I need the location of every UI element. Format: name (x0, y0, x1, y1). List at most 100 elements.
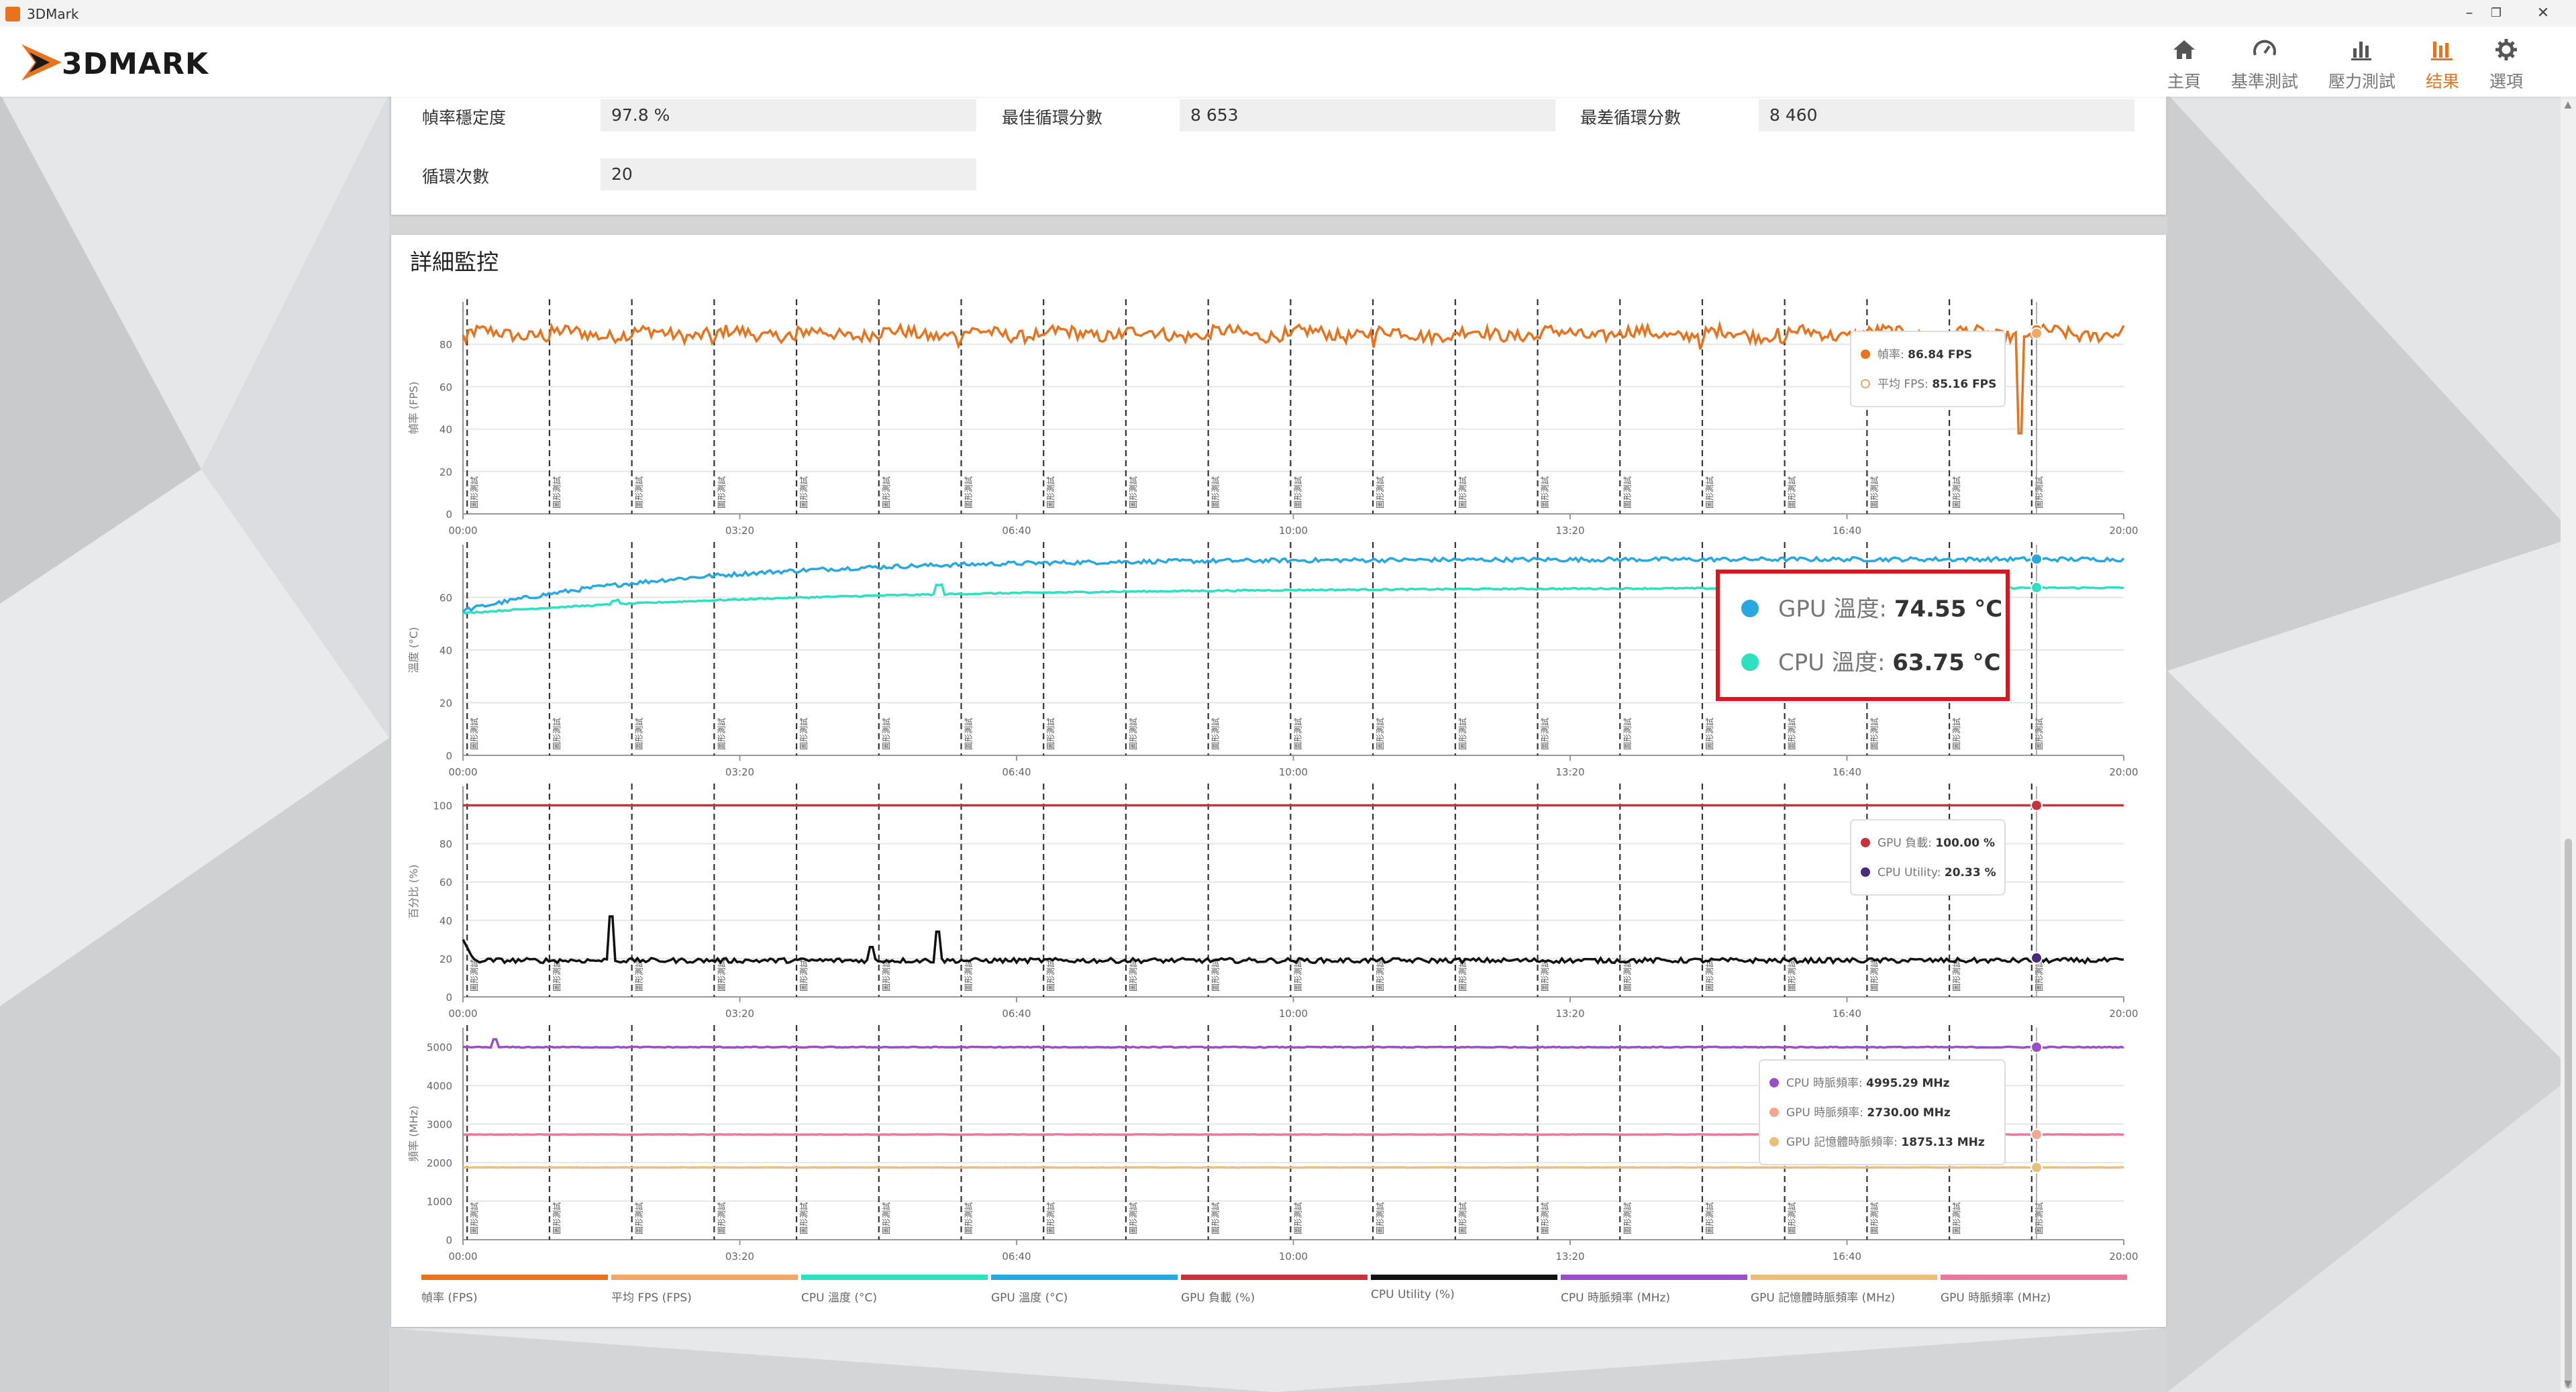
loop-marker-label: 圖形測試 (1210, 1202, 1221, 1234)
x-tick-label: 10:00 (1279, 766, 1308, 778)
loop-marker-label: 圖形測試 (2034, 476, 2044, 508)
tooltip-separator: : (1894, 1136, 1901, 1149)
x-tick-label: 10:00 (1279, 1250, 1308, 1263)
tooltip-swatch (1861, 838, 1870, 847)
hover-point (2030, 799, 2043, 812)
x-tick-label: 03:20 (725, 525, 754, 537)
close-button[interactable]: ✕ (2530, 3, 2557, 24)
tooltip-1: 幀率: 86.84 FPS 平均 FPS: 85.16 FPS (1850, 331, 2006, 407)
loop-marker-label: 圖形測試 (1951, 718, 1961, 750)
tooltip-label: 幀率 (1877, 348, 1900, 362)
hover-point (2030, 1161, 2043, 1174)
loop-marker-label: 圖形測試 (552, 476, 562, 508)
y-tick-label: 40 (440, 645, 452, 657)
tooltip-row: CPU Utility: 20.33 % (1877, 866, 1996, 879)
x-tick-label: 16:40 (1833, 1008, 1861, 1020)
loop-marker-label: 圖形測試 (964, 959, 974, 992)
chart-3: 0 20 40 60 80 100 百分比 (%) 00:00 03:20 06:40 10:00 1… (407, 784, 2139, 1020)
tooltip-row: CPU 時脈頻率: 4995.29 MHz (1786, 1077, 1950, 1090)
tooltip-row: GPU 負載: 100.00 % (1877, 837, 1995, 850)
loop-marker-label: 圖形測試 (1704, 718, 1714, 750)
y-tick-label: 60 (440, 877, 452, 889)
loop-marker-label: 圖形測試 (1292, 1202, 1302, 1234)
gear-icon (2495, 39, 2517, 60)
x-tick-label: 13:20 (1555, 766, 1584, 778)
logo-icon (21, 44, 62, 81)
x-tick-label: 03:20 (725, 1250, 754, 1263)
hover-point (2030, 327, 2043, 339)
loop-marker-label: 圖形測試 (1951, 959, 1961, 992)
tooltip-row: 平均 FPS: 85.16 FPS (1877, 378, 1996, 391)
monitoring-charts: 0 20 40 60 80 幀率 (FPS) 00:00 03:20 06:40 10:00 13:… (407, 299, 2139, 1263)
tooltip-swatch (1769, 1137, 1779, 1146)
window-title: 3DMark (27, 6, 79, 22)
y-tick-label: 20 (440, 698, 452, 710)
x-tick-label: 10:00 (1279, 1008, 1308, 1020)
scrollbar-thumb[interactable] (2565, 839, 2572, 1389)
legend-item-gpu-mem-clock[interactable]: GPU 記憶體時脈頻率 (MHz) (1751, 1275, 1937, 1305)
legend-item-gpu-temp[interactable]: GPU 溫度 (°C) (991, 1275, 1178, 1305)
loop-marker-label: 圖形測試 (1622, 1202, 1632, 1234)
tooltip-3: GPU 負載: 100.00 % CPU Utility: 20.33 % (1850, 819, 2006, 896)
legend-item-fps[interactable]: 幀率 (FPS) (421, 1275, 608, 1305)
y-tick-label: 20 (440, 953, 452, 965)
loop-marker-label: 圖形測試 (1787, 476, 1797, 508)
x-tick-label: 06:40 (1002, 766, 1031, 778)
legend-item-cpu-utility[interactable]: CPU Utility (%) (1371, 1275, 1557, 1301)
tooltip-label: CPU Utility (1877, 866, 1938, 879)
loop-marker-label: 圖形測試 (1540, 718, 1550, 750)
legend-item-cpu-temp[interactable]: CPU 溫度 (°C) (801, 1275, 988, 1305)
loop-marker-label: 圖形測試 (1375, 718, 1385, 750)
tooltip-separator: : (1879, 596, 1894, 623)
loop-marker-label: 圖形測試 (1210, 718, 1221, 750)
loop-marker-label: 圖形測試 (798, 476, 809, 508)
loop-marker-label: 圖形測試 (716, 1202, 726, 1234)
legend-label: GPU 時脈頻率 (MHz) (1941, 1291, 2051, 1305)
tooltip-label: GPU 溫度 (1778, 596, 1879, 623)
tooltip-swatch (1861, 350, 1870, 359)
loop-marker-label: 圖形測試 (1045, 718, 1055, 750)
legend-item-gpu-load[interactable]: GPU 負載 (%) (1181, 1275, 1368, 1305)
restore-button[interactable]: ❐ (2483, 3, 2510, 24)
loop-marker-label: 圖形測試 (798, 959, 809, 992)
y-axis-label: 溫度 (°C) (407, 627, 420, 674)
minimize-button[interactable]: – (2456, 3, 2483, 24)
loop-marker-label: 圖形測試 (716, 959, 726, 992)
loop-marker-label: 圖形測試 (964, 718, 974, 750)
loop-marker-label: 圖形測試 (2034, 718, 2044, 750)
loop-marker-label: 圖形測試 (552, 718, 562, 750)
tooltip-separator: : (1924, 378, 1932, 391)
x-tick-label: 06:40 (1002, 1250, 1031, 1263)
loop-marker-label: 圖形測試 (1704, 1202, 1714, 1234)
loop-marker-label: 圖形測試 (1622, 718, 1632, 750)
legend-swatch (1371, 1275, 1557, 1280)
loop-marker-label: 圖形測試 (1375, 959, 1385, 992)
tooltip-label: GPU 時脈頻率 (1786, 1106, 1859, 1120)
loop-marker-label: 圖形測試 (1210, 959, 1221, 992)
scroll-down-arrow[interactable]: ▼ (2562, 1379, 2574, 1391)
loop-marker-label: 圖形測試 (964, 476, 974, 508)
tooltip-row: GPU 時脈頻率: 2730.00 MHz (1786, 1106, 1951, 1120)
loop-marker-label: 圖形測試 (1128, 959, 1138, 992)
loop-marker-label: 圖形測試 (1540, 476, 1550, 508)
tooltip-label: 平均 FPS (1877, 378, 1924, 391)
nav-benchmarks[interactable]: 基準測試 (2214, 27, 2315, 97)
tooltip-swatch (1861, 379, 1870, 388)
scroll-up-arrow[interactable]: ▲ (2562, 99, 2574, 111)
hover-point (2030, 581, 2043, 594)
legend-item-avg-fps[interactable]: 平均 FPS (FPS) (611, 1275, 798, 1305)
loop-marker-label: 圖形測試 (881, 1202, 891, 1234)
loop-marker-label: 圖形測試 (1622, 476, 1632, 508)
nav-options[interactable]: 選項 (2456, 27, 2557, 97)
legend-item-cpu-clock[interactable]: CPU 時脈頻率 (MHz) (1561, 1275, 1747, 1305)
tooltip-value: 86.84 FPS (1908, 348, 1972, 362)
legend-swatch (801, 1275, 988, 1280)
loop-marker-label: 圖形測試 (1128, 718, 1138, 750)
loop-marker-label: 圖形測試 (1540, 1202, 1550, 1234)
tooltip-separator: : (1859, 1077, 1866, 1090)
legend-item-gpu-clock[interactable]: GPU 時脈頻率 (MHz) (1941, 1275, 2127, 1305)
loop-marker-label: 圖形測試 (469, 959, 479, 992)
legend-label: GPU 負載 (%) (1181, 1291, 1255, 1305)
y-axis-label: 頻率 (MHz) (407, 1106, 420, 1162)
y-tick-label: 5000 (427, 1042, 452, 1054)
